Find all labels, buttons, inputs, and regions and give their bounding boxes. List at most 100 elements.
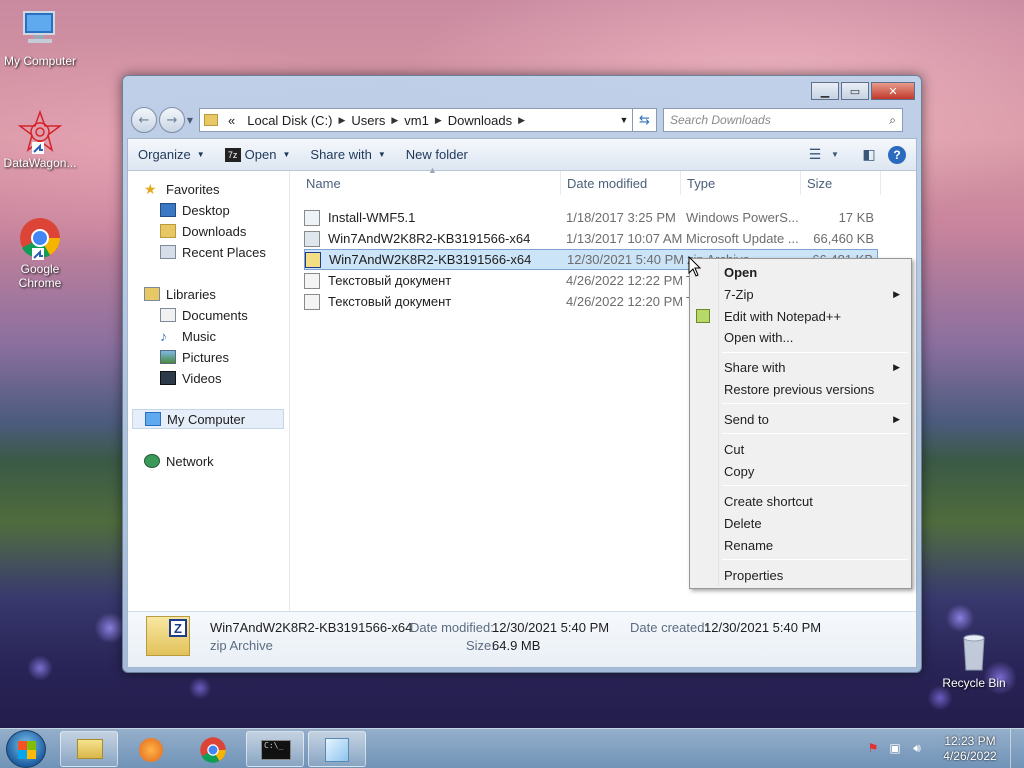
desktop-icon-datawagon[interactable]: DataWagon... — [0, 109, 80, 170]
menu-item-restore-previous-versions[interactable]: Restore previous versions — [724, 378, 908, 400]
search-input[interactable]: Search Downloads ⌕ — [663, 108, 903, 132]
menu-item-7zip[interactable]: 7-Zip ▶ — [724, 283, 908, 305]
forward-button[interactable]: → — [159, 107, 185, 133]
file-row[interactable]: Win7AndW2K8R2-KB3191566-x64 1/13/2017 10… — [304, 228, 878, 249]
menu-item-delete[interactable]: Delete — [724, 512, 908, 534]
back-button[interactable]: ← — [131, 107, 157, 133]
menu-item-create-shortcut[interactable]: Create shortcut — [724, 490, 908, 512]
organize-button[interactable]: Organize ▼ — [128, 147, 215, 162]
breadcrumb-vm1[interactable]: vm1 — [398, 113, 435, 128]
share-with-label: Share with — [310, 147, 372, 162]
submenu-arrow-icon: ▶ — [893, 288, 900, 299]
recent-places-icon — [160, 245, 176, 259]
nav-favorites[interactable]: ★ Favorites — [144, 179, 219, 199]
desktop-icon-label: DataWagon... — [3, 156, 77, 170]
menu-item-send-to[interactable]: Send to ▶ — [724, 408, 908, 430]
preview-pane-button[interactable]: ◧ — [856, 144, 882, 166]
desktop-icon-my-computer[interactable]: My Computer — [0, 8, 80, 68]
breadcrumb-arrow-icon[interactable]: ▶ — [435, 115, 442, 126]
network-icon[interactable]: ▣ — [886, 741, 904, 757]
menu-item-rename[interactable]: Rename — [724, 534, 908, 556]
show-desktop-button[interactable] — [1010, 729, 1024, 768]
breadcrumb-local-disk[interactable]: Local Disk (C:) — [241, 113, 338, 128]
file-date: 1/18/2017 3:25 PM — [566, 210, 676, 225]
menu-label: Create shortcut — [724, 493, 813, 509]
taskbar-chrome[interactable] — [184, 731, 242, 767]
music-note-icon: ♪ — [160, 328, 167, 344]
change-view-button[interactable]: ☰ — [802, 144, 828, 166]
taskbar-command-prompt[interactable]: C:\_ — [246, 731, 304, 767]
column-divider[interactable] — [800, 171, 801, 195]
column-size[interactable]: Size — [807, 176, 832, 191]
column-name[interactable]: Name — [306, 176, 341, 191]
address-history-dropdown[interactable]: ▼ — [616, 115, 632, 125]
taskbar-notepad[interactable] — [308, 731, 366, 767]
file-size: 66,460 KB — [813, 231, 874, 246]
menu-label: Open — [724, 264, 758, 280]
breadcrumb-arrow-icon[interactable]: ▶ — [391, 115, 398, 126]
help-icon[interactable]: ? — [888, 145, 906, 164]
nav-music[interactable]: ♪ Music — [160, 326, 216, 346]
chrome-icon — [200, 737, 226, 763]
column-divider[interactable] — [560, 171, 561, 195]
menu-item-open[interactable]: Open — [724, 261, 908, 283]
preview-pane-icon: ◧ — [862, 146, 876, 162]
minimize-button[interactable]: ▁ — [811, 82, 839, 100]
menu-label: Delete — [724, 515, 762, 531]
desktop-icon-recycle-bin[interactable]: Recycle Bin — [934, 630, 1014, 690]
breadcrumb-downloads[interactable]: Downloads — [442, 113, 518, 128]
menu-item-copy[interactable]: Copy — [724, 460, 908, 482]
view-options-dropdown[interactable]: ▼ — [828, 144, 842, 166]
menu-item-edit-notepad[interactable]: Edit with Notepad++ — [696, 305, 908, 327]
breadcrumb-arrow-icon[interactable]: ▶ — [338, 115, 345, 126]
close-icon: ✕ — [888, 84, 898, 98]
address-overflow[interactable]: « — [222, 113, 241, 128]
new-folder-button[interactable]: New folder — [396, 147, 478, 162]
nav-downloads[interactable]: Downloads — [160, 221, 246, 241]
breadcrumb-users[interactable]: Users — [345, 113, 391, 128]
share-with-button[interactable]: Share with ▼ — [300, 147, 395, 162]
action-center-flag-icon[interactable]: ⚑ — [864, 741, 882, 757]
start-button[interactable] — [6, 730, 46, 768]
column-type[interactable]: Type — [687, 176, 715, 191]
file-row[interactable]: Install-WMF5.1 1/18/2017 3:25 PM Windows… — [304, 207, 878, 228]
menu-item-open-with[interactable]: Open with... — [724, 326, 908, 348]
menu-item-cut[interactable]: Cut — [724, 438, 908, 460]
details-size-value: 64.9 MB — [492, 638, 541, 653]
nav-my-computer[interactable]: My Computer — [132, 409, 284, 429]
file-size: 17 KB — [838, 210, 874, 225]
context-menu: Open 7-Zip ▶ Edit with Notepad++ Open wit… — [689, 258, 912, 589]
taskbar-media-player[interactable] — [122, 731, 180, 767]
zip-archive-icon: Z — [146, 616, 190, 656]
folder-icon — [204, 114, 218, 126]
nav-pictures[interactable]: Pictures — [160, 347, 229, 367]
breadcrumb-arrow-icon[interactable]: ▶ — [518, 115, 525, 126]
open-button[interactable]: 7z Open ▼ — [215, 147, 301, 162]
nav-label: Downloads — [182, 223, 247, 239]
refresh-button[interactable]: ⇆ — [633, 108, 657, 132]
nav-documents[interactable]: Documents — [160, 305, 248, 325]
recent-pages-dropdown[interactable]: ▼ — [185, 116, 195, 125]
nav-recent-places[interactable]: Recent Places — [160, 242, 266, 262]
desktop-icon-google-chrome[interactable]: Google Chrome — [0, 216, 80, 290]
menu-label: Restore previous versions — [724, 381, 875, 397]
volume-icon[interactable]: 🔊︎ — [908, 741, 926, 757]
taskbar-explorer[interactable] — [60, 731, 118, 767]
nav-videos[interactable]: Videos — [160, 368, 222, 388]
nav-network[interactable]: Network — [144, 451, 214, 471]
chrome-icon — [18, 216, 62, 260]
details-file-type: zip Archive — [210, 638, 273, 653]
maximize-button[interactable]: ▭ — [841, 82, 869, 100]
close-button[interactable]: ✕ — [871, 82, 915, 100]
nav-desktop[interactable]: Desktop — [160, 200, 230, 220]
nav-libraries[interactable]: Libraries — [144, 284, 216, 304]
column-date-modified[interactable]: Date modified — [567, 176, 647, 191]
clock[interactable]: 12:23 PM 4/26/2022 — [930, 734, 1010, 764]
network-icon — [144, 454, 160, 468]
column-divider[interactable] — [680, 171, 681, 195]
menu-item-share-with[interactable]: Share with ▶ — [724, 356, 908, 378]
search-icon[interactable]: ⌕ — [889, 113, 896, 128]
address-bar[interactable]: « Local Disk (C:) ▶ Users ▶ vm1 ▶ Downlo… — [199, 108, 633, 132]
column-divider[interactable] — [880, 171, 881, 195]
menu-item-properties[interactable]: Properties — [724, 564, 908, 586]
